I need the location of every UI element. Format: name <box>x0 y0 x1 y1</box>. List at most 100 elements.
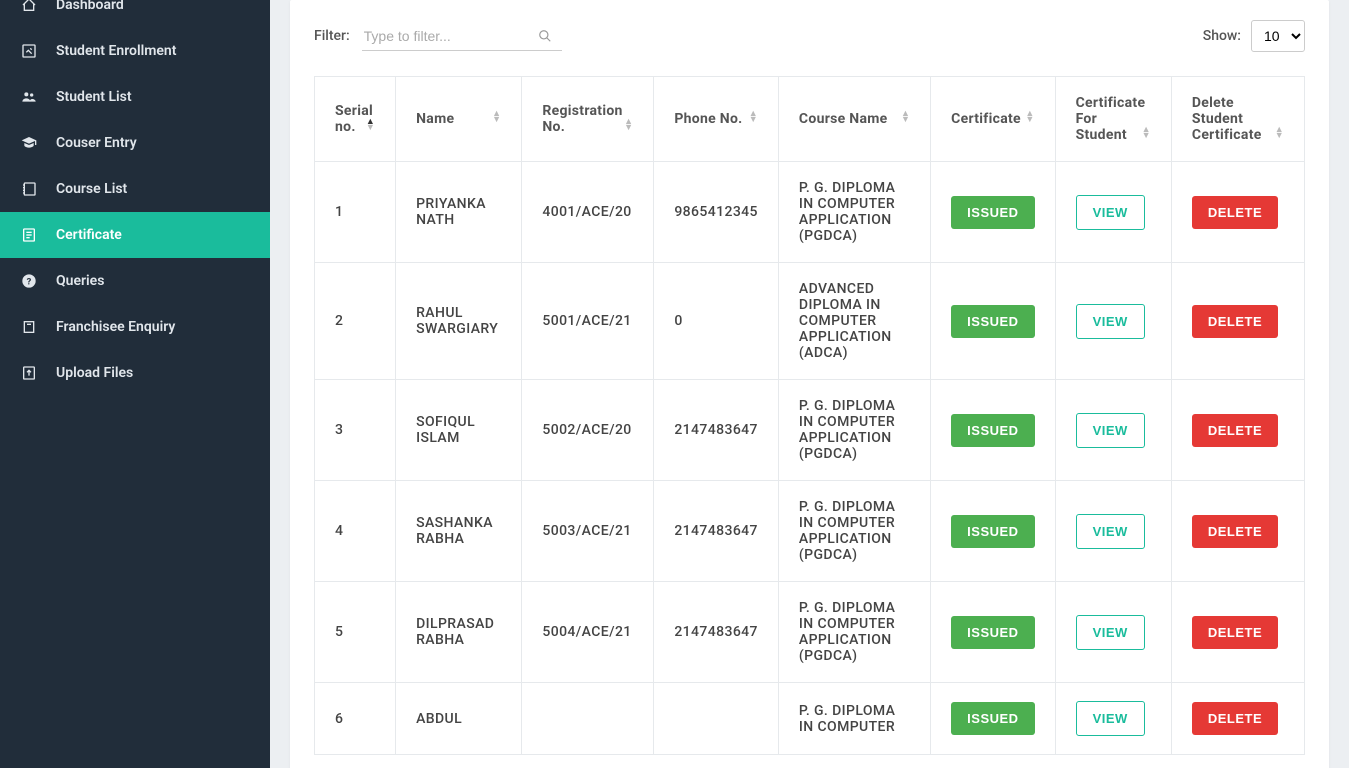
issued-button[interactable]: ISSUED <box>951 414 1034 447</box>
delete-button[interactable]: DELETE <box>1192 414 1278 447</box>
show-box: Show: 10 <box>1203 20 1305 52</box>
sidebar-item-course-list[interactable]: Course List <box>0 166 270 212</box>
delete-button[interactable]: DELETE <box>1192 515 1278 548</box>
table-cell: 3 <box>315 380 396 481</box>
table-cell: DELETE <box>1171 582 1304 683</box>
sidebar-item-label: Couser Entry <box>56 135 137 151</box>
sidebar-item-certificate[interactable]: Certificate <box>0 212 270 258</box>
table-cell: DELETE <box>1171 162 1304 263</box>
sidebar-item-franchisee-enquiry[interactable]: Franchisee Enquiry <box>0 304 270 350</box>
table-cell: VIEW <box>1055 481 1171 582</box>
table-cell: SOFIQUL ISLAM <box>396 380 522 481</box>
filter-input[interactable] <box>362 22 562 51</box>
table-row: 3SOFIQUL ISLAM5002/ACE/202147483647P. G.… <box>315 380 1305 481</box>
main-content: Filter: Show: 10 Serial no.▲▼Name <box>270 0 1349 768</box>
delete-button[interactable]: DELETE <box>1192 702 1278 735</box>
table-cell: ISSUED <box>931 162 1055 263</box>
table-row: 4SASHANKA RABHA5003/ACE/212147483647P. G… <box>315 481 1305 582</box>
issued-button[interactable]: ISSUED <box>951 515 1034 548</box>
table-cell: 0 <box>654 263 779 380</box>
notebook-icon <box>20 180 38 198</box>
table-cell: 9865412345 <box>654 162 779 263</box>
table-cell: 5004/ACE/21 <box>522 582 654 683</box>
sidebar-item-label: Upload Files <box>56 365 133 381</box>
grad-icon <box>20 134 38 152</box>
issued-button[interactable]: ISSUED <box>951 702 1034 735</box>
table-cell: VIEW <box>1055 380 1171 481</box>
home-icon <box>20 0 38 14</box>
sidebar-item-queries[interactable]: ?Queries <box>0 258 270 304</box>
table-cell: P. G. DIPLOMA IN COMPUTER <box>778 683 930 755</box>
sort-icon: ▲▼ <box>1025 111 1034 123</box>
column-header[interactable]: Course Name▲▼ <box>778 77 930 162</box>
column-header[interactable]: Serial no.▲▼ <box>315 77 396 162</box>
table-cell: 1 <box>315 162 396 263</box>
column-header[interactable]: Delete Student Certificate▲▼ <box>1171 77 1304 162</box>
table-cell: 6 <box>315 683 396 755</box>
table-row: 2RAHUL SWARGIARY5001/ACE/210ADVANCED DIP… <box>315 263 1305 380</box>
sort-icon: ▲▼ <box>1275 127 1284 139</box>
show-select[interactable]: 10 <box>1251 20 1305 52</box>
delete-button[interactable]: DELETE <box>1192 305 1278 338</box>
edit-icon <box>20 42 38 60</box>
table-row: 6ABDUL P. G. DIPLOMA IN COMPUTER ISSUED VIE… <box>315 683 1305 755</box>
table-cell: ABDUL <box>396 683 522 755</box>
table-cell: ISSUED <box>931 380 1055 481</box>
view-button[interactable]: VIEW <box>1076 413 1145 448</box>
filter-label: Filter: <box>314 28 350 44</box>
issued-button[interactable]: ISSUED <box>951 196 1034 229</box>
sidebar-item-label: Dashboard <box>56 0 124 13</box>
sidebar: Dashboard Student Enrollment Student List C… <box>0 0 270 768</box>
issued-button[interactable]: ISSUED <box>951 616 1034 649</box>
issued-button[interactable]: ISSUED <box>951 305 1034 338</box>
sidebar-item-label: Queries <box>56 273 104 289</box>
table-cell: ADVANCED DIPLOMA IN COMPUTER APPLICATION… <box>778 263 930 380</box>
certificate-table: Serial no.▲▼Name▲▼Registration No.▲▼Phon… <box>314 76 1305 755</box>
table-cell: 2147483647 <box>654 380 779 481</box>
table-cell: ISSUED <box>931 683 1055 755</box>
table-cell: DELETE <box>1171 263 1304 380</box>
table-cell: VIEW <box>1055 263 1171 380</box>
view-button[interactable]: VIEW <box>1076 514 1145 549</box>
table-cell: P. G. DIPLOMA IN COMPUTER APPLICATION (P… <box>778 380 930 481</box>
table-cell: DILPRASAD RABHA <box>396 582 522 683</box>
table-cell: ISSUED <box>931 582 1055 683</box>
sidebar-item-label: Student List <box>56 89 132 105</box>
sidebar-item-label: Certificate <box>56 227 122 243</box>
sort-icon: ▲▼ <box>1142 127 1151 139</box>
column-label: Name <box>416 111 454 127</box>
sidebar-item-dashboard[interactable]: Dashboard <box>0 0 270 28</box>
flag-icon <box>20 318 38 336</box>
column-header[interactable]: Phone No.▲▼ <box>654 77 779 162</box>
filter-box: Filter: <box>314 22 552 51</box>
column-label: Registration No. <box>542 103 622 135</box>
column-header[interactable]: Name▲▼ <box>396 77 522 162</box>
search-button[interactable] <box>538 29 552 43</box>
column-header[interactable]: Certificate▲▼ <box>931 77 1055 162</box>
show-label: Show: <box>1203 28 1241 44</box>
view-button[interactable]: VIEW <box>1076 195 1145 230</box>
sidebar-item-couser-entry[interactable]: Couser Entry <box>0 120 270 166</box>
sidebar-item-student-enrollment[interactable]: Student Enrollment <box>0 28 270 74</box>
table-cell: ISSUED <box>931 481 1055 582</box>
delete-button[interactable]: DELETE <box>1192 616 1278 649</box>
table-cell: SASHANKA RABHA <box>396 481 522 582</box>
table-cell: P. G. DIPLOMA IN COMPUTER APPLICATION (P… <box>778 582 930 683</box>
table-cell: 5 <box>315 582 396 683</box>
table-cell: 5003/ACE/21 <box>522 481 654 582</box>
column-header[interactable]: Certificate For Student▲▼ <box>1055 77 1171 162</box>
view-button[interactable]: VIEW <box>1076 615 1145 650</box>
sidebar-item-student-list[interactable]: Student List <box>0 74 270 120</box>
doc-icon <box>20 226 38 244</box>
column-header[interactable]: Registration No.▲▼ <box>522 77 654 162</box>
table-cell: 2147483647 <box>654 582 779 683</box>
sidebar-item-upload-files[interactable]: Upload Files <box>0 350 270 396</box>
sort-icon: ▲▼ <box>366 119 375 131</box>
table-cell: VIEW <box>1055 162 1171 263</box>
delete-button[interactable]: DELETE <box>1192 196 1278 229</box>
table-cell: 2 <box>315 263 396 380</box>
table-cell: ISSUED <box>931 263 1055 380</box>
view-button[interactable]: VIEW <box>1076 701 1145 736</box>
sort-icon: ▲▼ <box>749 111 758 123</box>
view-button[interactable]: VIEW <box>1076 304 1145 339</box>
